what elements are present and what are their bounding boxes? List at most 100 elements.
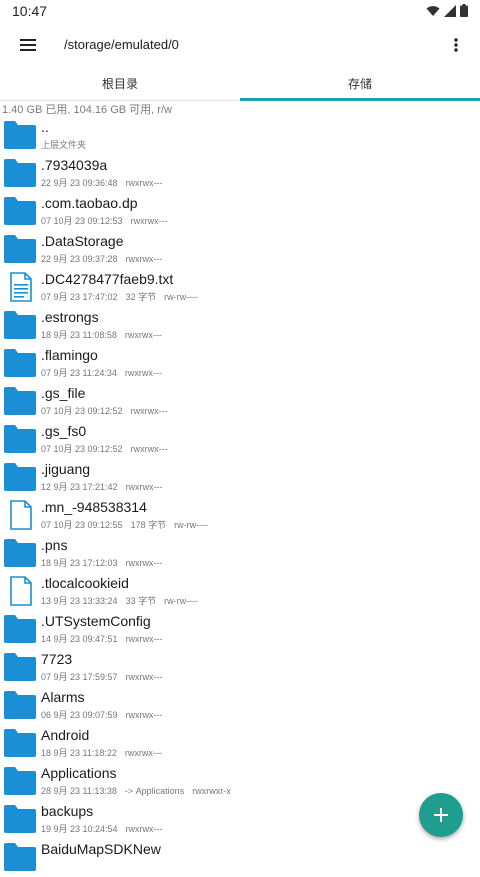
file-name: .pns	[41, 537, 68, 553]
file-row[interactable]: BaiduMapSDKNew	[0, 838, 480, 876]
tab-root[interactable]: 根目录	[0, 66, 240, 100]
file-name: .estrongs	[41, 309, 99, 325]
app-bar: /storage/emulated/0	[0, 24, 480, 66]
file-name: .gs_fs0	[41, 423, 87, 439]
file-permissions: rwxrwx---	[130, 216, 168, 226]
file-type-icon	[3, 538, 37, 568]
file-row[interactable]: .UTSystemConfig 14 9月 23 09:47:51 rwxrwx--…	[0, 610, 480, 648]
file-permissions: rwxrwxr-x	[192, 786, 231, 796]
folder-icon	[4, 235, 36, 263]
folder-icon	[4, 653, 36, 681]
file-row[interactable]: .jiguang 12 9月 23 17:21:42 rwxrwx---	[0, 458, 480, 496]
file-date: 28 9月 23 11:13:38	[41, 786, 117, 796]
file-type-icon	[3, 614, 37, 644]
file-row[interactable]: .. 上层文件夹	[0, 116, 480, 154]
file-date: 上层文件夹	[41, 140, 87, 150]
add-fab-button[interactable]	[419, 793, 463, 837]
folder-icon	[4, 197, 36, 225]
file-list: .. 上层文件夹 .7934039a 22 9月 23 09:36:48 rwxrwx-…	[0, 116, 480, 876]
file-permissions: rwxrwx---	[125, 672, 163, 682]
file-row[interactable]: backups 19 9月 23 10:24:54 rwxrwx---	[0, 800, 480, 838]
file-type-icon	[3, 424, 37, 454]
file-size: -> Applications	[124, 786, 185, 796]
folder-icon	[4, 691, 36, 719]
file-permissions: rwxrwx---	[125, 482, 163, 492]
file-date: 07 9月 23 11:24:34	[41, 368, 117, 378]
file-row[interactable]: .7934039a 22 9月 23 09:36:48 rwxrwx---	[0, 154, 480, 192]
file-name: .mn_-948538314	[41, 499, 147, 515]
folder-icon	[4, 805, 36, 833]
file-type-icon	[3, 842, 37, 872]
file-row[interactable]: .DC4278477faeb9.txt 07 9月 23 17:47:02 32 字…	[0, 268, 480, 306]
file-permissions: rwxrwx---	[130, 406, 168, 416]
plus-icon	[434, 808, 448, 822]
file-permissions: rwxrwx---	[124, 368, 162, 378]
file-permissions: rwxrwx---	[124, 330, 162, 340]
file-row[interactable]: .estrongs 18 9月 23 11:08:58 rwxrwx---	[0, 306, 480, 344]
file-date: 07 10月 23 09:12:53	[41, 216, 123, 226]
file-meta: 14 9月 23 09:47:51 rwxrwx---	[41, 632, 171, 645]
file-permissions: rwxrwx---	[124, 748, 162, 758]
file-date: 18 9月 23 11:08:58	[41, 330, 117, 340]
file-date: 14 9月 23 09:47:51	[41, 634, 118, 644]
file-permissions: rwxrwx---	[125, 558, 163, 568]
wifi-icon	[426, 5, 440, 16]
file-type-icon	[3, 766, 37, 796]
battery-icon	[460, 4, 468, 17]
file-type-icon	[3, 348, 37, 378]
file-meta: 07 10月 23 09:12:53 rwxrwx---	[41, 214, 176, 227]
file-type-icon	[3, 120, 37, 150]
file-name: .UTSystemConfig	[41, 613, 151, 629]
file-row[interactable]: .com.taobao.dp 07 10月 23 09:12:53 rwxrwx--…	[0, 192, 480, 230]
file-meta: 28 9月 23 11:13:38 -> Applications rwxrwxr-…	[41, 784, 239, 797]
file-icon	[10, 500, 32, 530]
file-icon	[10, 576, 32, 606]
file-row[interactable]: .DataStorage 22 9月 23 09:37:28 rwxrwx---	[0, 230, 480, 268]
menu-button[interactable]	[14, 32, 42, 58]
file-row[interactable]: .tlocalcookieid 13 9月 23 13:33:24 33 字节 rw-…	[0, 572, 480, 610]
file-date: 22 9月 23 09:37:28	[41, 254, 118, 264]
file-row[interactable]: Applications 28 9月 23 11:13:38 -> Applicat…	[0, 762, 480, 800]
file-row[interactable]: .flamingo 07 9月 23 11:24:34 rwxrwx---	[0, 344, 480, 382]
file-row[interactable]: Android 18 9月 23 11:18:22 rwxrwx---	[0, 724, 480, 762]
file-type-icon	[3, 196, 37, 226]
file-row[interactable]: .gs_file 07 10月 23 09:12:52 rwxrwx---	[0, 382, 480, 420]
file-permissions: rw-rw----	[164, 596, 199, 606]
file-type-icon	[3, 652, 37, 682]
folder-icon	[4, 539, 36, 567]
more-options-button[interactable]	[446, 32, 466, 58]
file-name: .tlocalcookieid	[41, 575, 129, 591]
file-permissions: rwxrwx---	[125, 710, 163, 720]
file-meta: 06 9月 23 09:07:59 rwxrwx---	[41, 708, 171, 721]
file-permissions: rwxrwx---	[130, 444, 168, 454]
file-meta: 07 9月 23 17:59:57 rwxrwx---	[41, 670, 171, 683]
file-name: .gs_file	[41, 385, 86, 401]
file-row[interactable]: .mn_-948538314 07 10月 23 09:12:55 178 字节 rw…	[0, 496, 480, 534]
file-date: 18 9月 23 17:12:03	[41, 558, 118, 568]
file-meta: 22 9月 23 09:37:28 rwxrwx---	[41, 252, 171, 265]
folder-icon	[4, 311, 36, 339]
tab-indicator	[240, 98, 480, 101]
storage-info: 1.40 GB 已用, 104.16 GB 可用, r/w	[2, 104, 172, 116]
file-meta: 19 9月 23 10:24:54 rwxrwx---	[41, 822, 171, 835]
file-date: 12 9月 23 17:21:42	[41, 482, 118, 492]
file-row[interactable]: .gs_fs0 07 10月 23 09:12:52 rwxrwx---	[0, 420, 480, 458]
file-row[interactable]: Alarms 06 9月 23 09:07:59 rwxrwx---	[0, 686, 480, 724]
tab-storage[interactable]: 存储	[240, 66, 480, 100]
file-type-icon	[3, 158, 37, 188]
file-row[interactable]: 7723 07 9月 23 17:59:57 rwxrwx---	[0, 648, 480, 686]
folder-icon	[4, 729, 36, 757]
file-name: .jiguang	[41, 461, 91, 477]
file-meta: 上层文件夹	[41, 138, 94, 151]
folder-icon	[4, 349, 36, 377]
file-type-icon	[3, 310, 37, 340]
status-time: 10:47	[12, 3, 48, 19]
file-meta: 12 9月 23 17:21:42 rwxrwx---	[41, 480, 171, 493]
file-meta: 18 9月 23 17:12:03 rwxrwx---	[41, 556, 171, 569]
file-row[interactable]: .pns 18 9月 23 17:12:03 rwxrwx---	[0, 534, 480, 572]
folder-icon	[4, 767, 36, 795]
file-name: Applications	[41, 765, 117, 781]
file-date: 06 9月 23 09:07:59	[41, 710, 118, 720]
status-icons	[426, 4, 468, 17]
folder-icon	[4, 425, 36, 453]
